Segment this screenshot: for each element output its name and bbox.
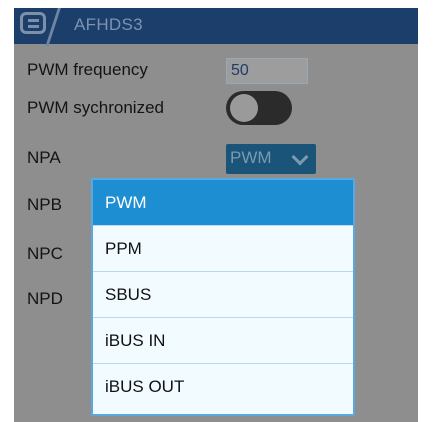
page: AFHDS3 PWM frequency 50 PWM sychronized … — [0, 0, 435, 422]
npc-label: NPC — [27, 244, 63, 263]
dropdown-option-label: PPM — [105, 239, 142, 258]
dropdown-option-sbus[interactable]: SBUS — [93, 272, 353, 318]
dropdown-option-label: PWM — [105, 193, 147, 212]
dropdown-option-ibus-in[interactable]: iBUS IN — [93, 318, 353, 364]
menu-icon-bar — [28, 19, 39, 22]
npa-select-value: PWM — [230, 148, 272, 167]
screen: AFHDS3 PWM frequency 50 PWM sychronized … — [14, 8, 418, 422]
pwm-frequency-value: 50 — [231, 62, 249, 79]
npd-label: NPD — [27, 289, 63, 308]
pwm-synchronized-label: PWM sychronized — [27, 98, 164, 117]
pwm-frequency-field[interactable]: 50 — [226, 58, 308, 84]
npa-label: NPA — [27, 148, 61, 167]
npa-select[interactable]: PWM — [226, 144, 316, 174]
header-bar: AFHDS3 — [14, 8, 418, 46]
dropdown-option-ppm[interactable]: PPM — [93, 226, 353, 272]
dropdown-option-label: iBUS OUT — [105, 377, 185, 396]
chevron-down-icon — [291, 148, 309, 166]
dropdown-option-label: iBUS IN — [105, 331, 166, 350]
npa-dropdown-menu: PWM PPM SBUS iBUS IN iBUS OUT — [91, 178, 355, 416]
pwm-synchronized-toggle[interactable] — [226, 91, 292, 125]
toggle-knob — [230, 94, 258, 122]
menu-icon[interactable] — [20, 12, 46, 34]
menu-icon-bar — [28, 25, 39, 28]
dropdown-option-label: SBUS — [105, 285, 152, 304]
dropdown-option-pwm[interactable]: PWM — [93, 180, 353, 226]
pwm-frequency-label: PWM frequency — [27, 60, 148, 79]
page-title: AFHDS3 — [74, 15, 143, 34]
dropdown-option-ibus-out[interactable]: iBUS OUT — [93, 364, 353, 410]
npb-label: NPB — [27, 195, 62, 214]
